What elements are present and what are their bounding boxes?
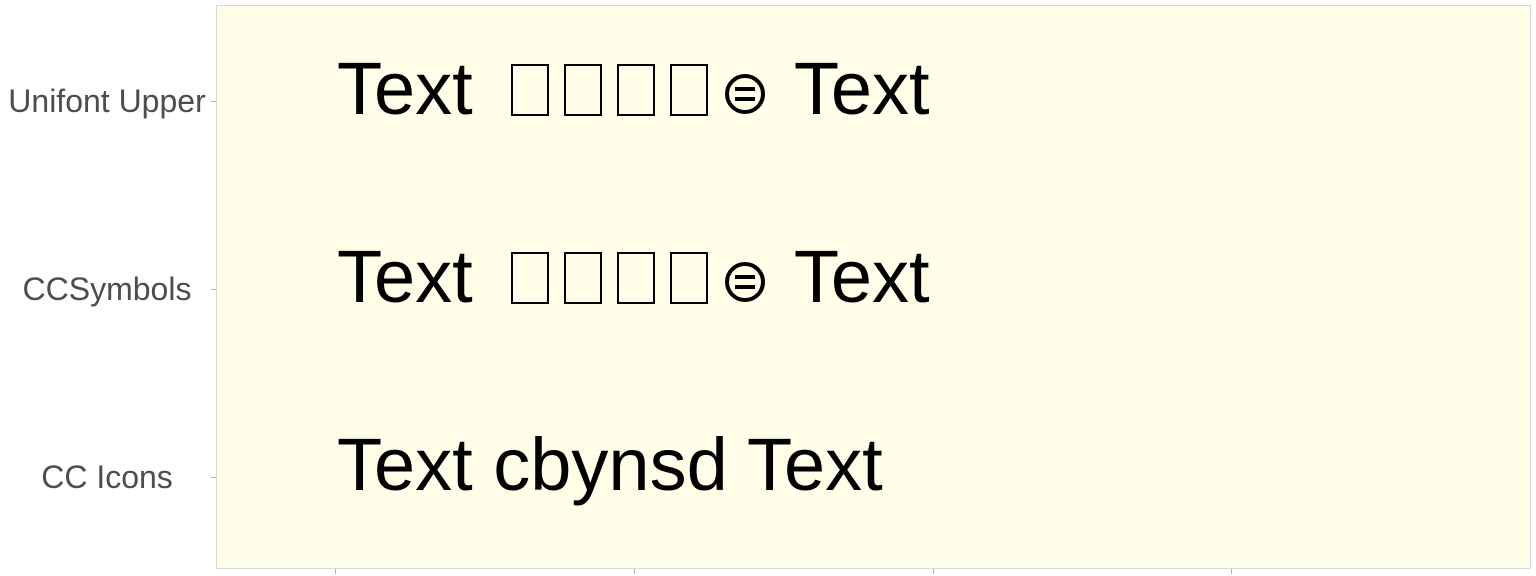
missing-glyph-box-icon (670, 252, 709, 304)
y-tick-label-cc-icons: CC Icons (41, 459, 173, 495)
missing-glyph-box-icon (511, 252, 550, 304)
y-tick-label-ccsymbols: CCSymbols (22, 271, 192, 307)
y-tick-label-unifont-upper: Unifont Upper (8, 83, 206, 119)
sample-word-after: Text (793, 47, 930, 130)
missing-glyph-box-icon (617, 64, 656, 116)
x-tick-mark (335, 569, 336, 574)
missing-glyph-group (511, 47, 723, 130)
missing-glyph-box-icon (670, 64, 709, 116)
missing-glyph-box-icon (564, 64, 603, 116)
cc-nd-icon (723, 54, 767, 128)
sample-word-before: Text (337, 235, 473, 318)
sample-text-cc-icons: Text cbynsd Text (337, 423, 883, 506)
x-tick-mark (1231, 569, 1232, 574)
missing-glyph-box-icon (617, 252, 656, 304)
missing-glyph-box-icon (511, 64, 550, 116)
missing-glyph-group (511, 235, 723, 318)
sample-text-unifont-upper: Text Text (337, 52, 930, 128)
sample-word-before: Text (337, 47, 473, 130)
sample-text-ccsymbols: Text Text (337, 240, 930, 316)
x-tick-mark (634, 569, 635, 574)
sample-word-after: Text (793, 235, 930, 318)
x-tick-mark (933, 569, 934, 574)
cc-nd-icon (723, 242, 767, 316)
missing-glyph-box-icon (564, 252, 603, 304)
